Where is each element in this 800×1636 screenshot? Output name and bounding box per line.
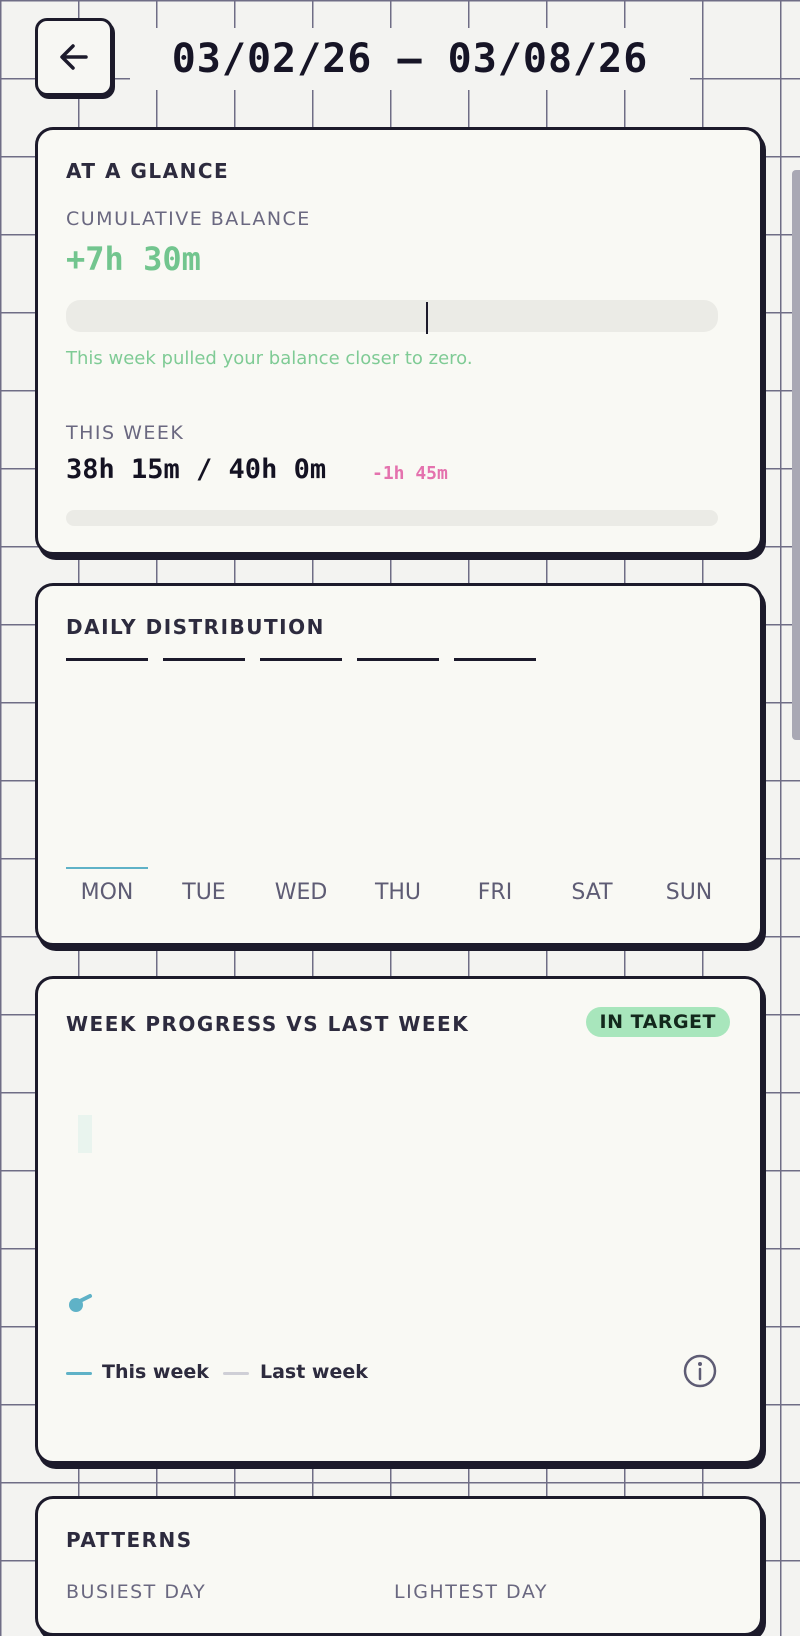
distribution-placeholder-dash xyxy=(163,658,245,661)
info-icon[interactable] xyxy=(682,1353,718,1389)
balance-zero-marker xyxy=(426,302,428,334)
at-a-glance-card: AT A GLANCE CUMULATIVE BALANCE +7h 30m T… xyxy=(35,127,763,555)
this-week-point xyxy=(69,1294,92,1312)
progress-bar-faint xyxy=(78,1115,92,1153)
day-label-tue[interactable]: TUE xyxy=(156,880,252,905)
mon-indicator-line xyxy=(66,867,148,869)
distribution-placeholder-dash xyxy=(357,658,439,661)
day-label-mon[interactable]: MON xyxy=(59,880,155,905)
this-week-delta: -1h 45m xyxy=(372,463,448,484)
status-badge: IN TARGET xyxy=(585,1007,730,1037)
legend-this-week: This week xyxy=(102,1361,209,1383)
cumulative-balance-value: +7h 30m xyxy=(66,240,201,278)
this-week-label: THIS WEEK xyxy=(66,422,185,444)
day-label-sat[interactable]: SAT xyxy=(544,880,640,905)
card-title: WEEK PROGRESS VS LAST WEEK xyxy=(66,1012,470,1036)
day-label-thu[interactable]: THU xyxy=(350,880,446,905)
patterns-card: PATTERNS BUSIEST DAY LIGHTEST DAY xyxy=(35,1496,763,1636)
this-week-progress-bar xyxy=(66,510,718,526)
scrollbar[interactable] xyxy=(792,170,800,740)
back-button[interactable] xyxy=(35,18,113,96)
balance-bar xyxy=(66,300,718,332)
day-labels: MON TUE WED THU FRI SAT SUN xyxy=(66,880,736,920)
week-progress-card: WEEK PROGRESS VS LAST WEEK IN TARGET Thi… xyxy=(35,976,763,1464)
legend-last-week: Last week xyxy=(260,1361,368,1383)
this-week-total: 38h 15m / 40h 0m xyxy=(66,454,327,485)
date-range-title: 03/02/26 – 03/08/26 xyxy=(130,28,690,90)
cumulative-balance-label: CUMULATIVE BALANCE xyxy=(66,208,311,230)
distribution-placeholder-dash xyxy=(66,658,148,661)
balance-note: This week pulled your balance closer to … xyxy=(66,348,473,369)
card-title: AT A GLANCE xyxy=(66,159,230,183)
legend-swatch-last-week xyxy=(223,1372,249,1375)
card-title: PATTERNS xyxy=(66,1528,193,1552)
distribution-placeholder-dash xyxy=(260,658,342,661)
day-label-fri[interactable]: FRI xyxy=(447,880,543,905)
card-title: DAILY DISTRIBUTION xyxy=(66,615,325,639)
day-label-sun[interactable]: SUN xyxy=(641,880,737,905)
legend-swatch-this-week xyxy=(66,1372,92,1375)
daily-distribution-card: DAILY DISTRIBUTION MON TUE WED THU FRI S… xyxy=(35,583,763,946)
distribution-placeholder-dash xyxy=(454,658,536,661)
day-label-wed[interactable]: WED xyxy=(253,880,349,905)
arrow-left-icon xyxy=(60,44,88,70)
header: 03/02/26 – 03/08/26 xyxy=(0,0,800,118)
